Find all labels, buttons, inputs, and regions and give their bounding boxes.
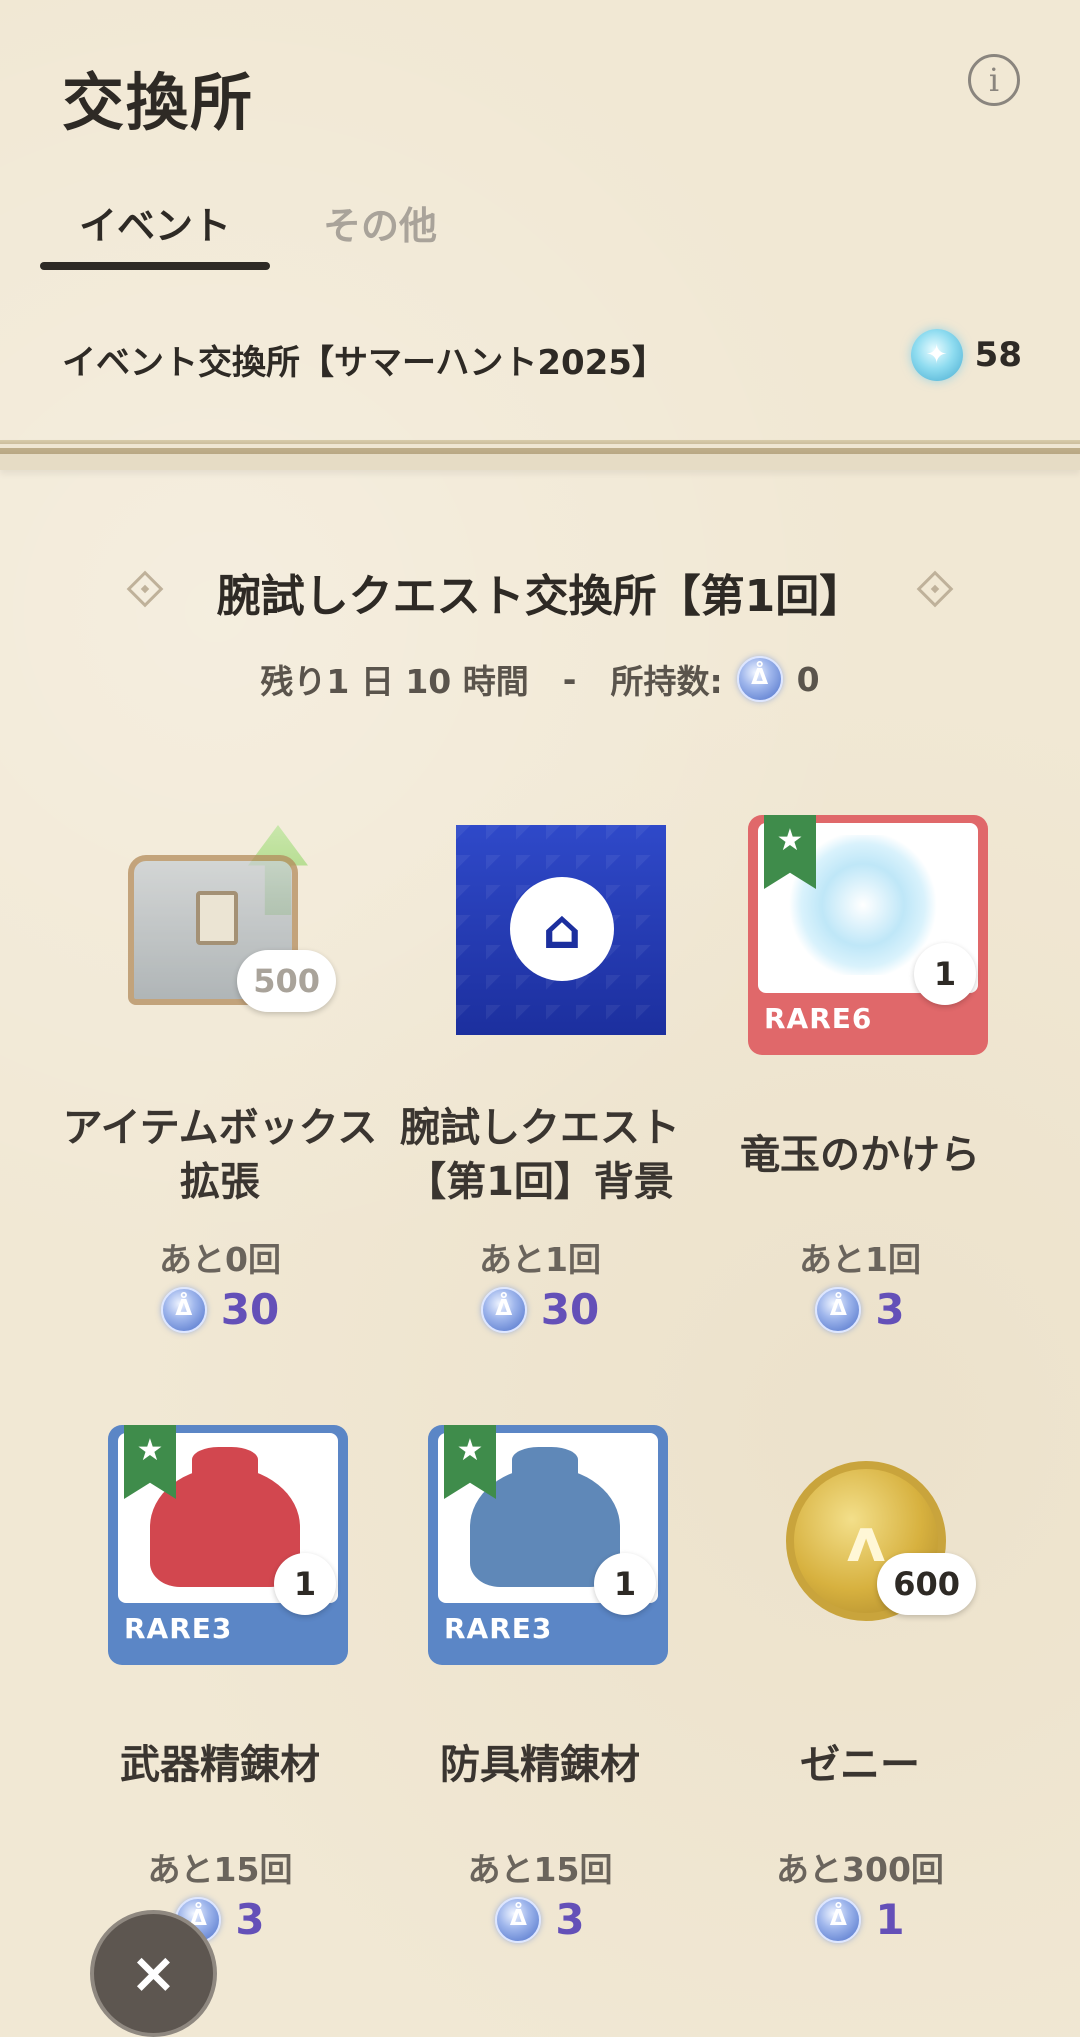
- price-value: 3: [875, 1285, 905, 1334]
- item-name: 防具精錬材: [440, 1742, 640, 1788]
- quantity-badge: 500: [237, 950, 336, 1012]
- rarity-label: RARE6: [764, 1002, 873, 1035]
- rarity-card: ★ RARE3 1: [108, 1425, 348, 1665]
- shop-title: イベント交換所【サマーハント2025】: [62, 343, 666, 383]
- item-image: ★ RARE3 1: [428, 1425, 668, 1665]
- price: 1: [700, 1895, 1020, 1944]
- remaining-count: あと1回: [479, 1240, 601, 1279]
- item-name: アイテムボックス拡張: [62, 1105, 378, 1205]
- remaining-count: あと1回: [799, 1240, 921, 1279]
- owned-count: 0: [796, 659, 820, 699]
- time-remaining: 残り1 日 10 時間: [260, 662, 529, 701]
- shop-item-zenny[interactable]: ʌ 600 ゼニー あと300回 1: [700, 1425, 1020, 1985]
- tab-other[interactable]: その他: [300, 195, 460, 270]
- event-currency-icon: [910, 329, 963, 381]
- remaining-count: あと15回: [147, 1850, 293, 1889]
- item-image: 500: [108, 815, 348, 1055]
- price: 3: [700, 1285, 1020, 1334]
- section-status: 残り1 日 10 時間 - 所持数: 0: [0, 655, 1080, 703]
- rarity-card: ★ RARE6 1: [748, 815, 988, 1055]
- quantity-badge: 1: [274, 1553, 336, 1615]
- item-name: ゼニー: [800, 1742, 920, 1788]
- currency-count: 58: [974, 335, 1022, 375]
- quest-coin-icon: [495, 1896, 542, 1943]
- price-value: 3: [235, 1895, 265, 1944]
- rarity-label: RARE3: [124, 1612, 233, 1645]
- tab-event[interactable]: イベント: [40, 195, 270, 270]
- quest-coin-icon: [480, 1286, 527, 1333]
- price-value: 30: [220, 1285, 280, 1334]
- section-header: 腕試しクエスト交換所【第1回】: [0, 560, 1080, 630]
- shop-item-item-box-expansion[interactable]: 500 アイテムボックス拡張 あと0回 30: [60, 815, 380, 1375]
- quantity-badge: 600: [877, 1553, 976, 1615]
- item-image: ★ RARE3 1: [108, 1425, 348, 1665]
- close-button[interactable]: ×: [90, 1910, 217, 2037]
- quantity-badge: 1: [914, 943, 976, 1005]
- remaining-count: あと0回: [159, 1240, 281, 1279]
- section-divider: [0, 440, 1080, 470]
- item-name: 武器精錬材: [120, 1742, 320, 1788]
- item-image: ⌂: [428, 815, 668, 1055]
- info-icon: i: [988, 61, 1000, 99]
- quest-coin-icon: [160, 1286, 207, 1333]
- shop-item-background[interactable]: ⌂ 腕試しクエスト【第1回】背景 あと1回 30: [380, 815, 700, 1375]
- shop-item-weapon-refining-material[interactable]: ★ RARE3 1 武器精錬材 あと15回 3: [60, 1425, 380, 1985]
- price: 30: [380, 1285, 700, 1334]
- item-image: ʌ 600: [748, 1425, 988, 1665]
- remaining-count: あと300回: [776, 1850, 944, 1889]
- item-name: 腕試しクエスト【第1回】背景: [400, 1105, 680, 1205]
- section-title: 腕試しクエスト交換所【第1回】: [216, 571, 864, 622]
- rarity-label: RARE3: [444, 1612, 553, 1645]
- price: 30: [60, 1285, 380, 1334]
- quest-coin-icon: [736, 656, 783, 702]
- quest-emblem-icon: ⌂: [510, 877, 614, 981]
- price-value: 3: [555, 1895, 585, 1944]
- shop-header: イベント交換所【サマーハント2025】 58: [62, 329, 1022, 385]
- price-value: 1: [875, 1895, 905, 1944]
- currency-balance: 58: [910, 329, 1022, 381]
- close-icon: ×: [130, 1941, 177, 2006]
- separator: -: [562, 659, 577, 699]
- shop-item-dragon-orb-fragment[interactable]: ★ RARE6 1 竜玉のかけら あと1回 3: [700, 815, 1020, 1375]
- quest-coin-icon: [815, 1896, 862, 1943]
- page-title: 交換所: [62, 66, 255, 139]
- item-image: ★ RARE6 1: [748, 815, 988, 1055]
- owned-label: 所持数:: [610, 662, 723, 701]
- item-name: 竜玉のかけら: [740, 1132, 980, 1178]
- quantity-badge: 1: [594, 1553, 656, 1615]
- remaining-count: あと15回: [467, 1850, 613, 1889]
- rarity-card: ★ RARE3 1: [428, 1425, 668, 1665]
- price: 3: [380, 1895, 700, 1944]
- tab-bar: イベント その他: [40, 195, 1040, 275]
- price-value: 30: [540, 1285, 600, 1334]
- info-button[interactable]: i: [968, 54, 1020, 106]
- quest-coin-icon: [815, 1286, 862, 1333]
- shop-item-armor-refining-material[interactable]: ★ RARE3 1 防具精錬材 あと15回 3: [380, 1425, 700, 1985]
